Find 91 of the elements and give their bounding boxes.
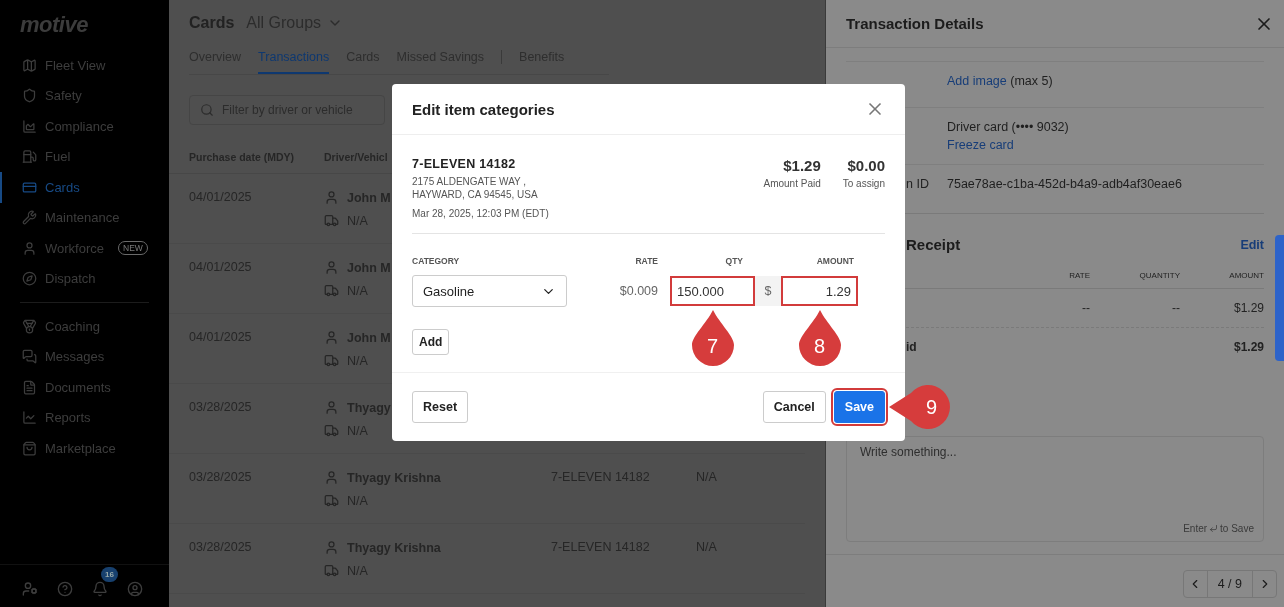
- nav-item[interactable]: Compliance: [0, 111, 169, 142]
- help-icon[interactable]: [57, 581, 73, 597]
- drawer-title: Transaction Details: [846, 15, 984, 32]
- amount-cell-text: $1.29: [1232, 301, 1264, 315]
- merchant-name: 7-ELEVEN 14182: [412, 157, 517, 171]
- nav-item[interactable]: Reports: [0, 402, 169, 433]
- amount-value: $1.29: [783, 157, 821, 174]
- rate-value: $0.009: [618, 284, 659, 298]
- amount-field[interactable]: 1.29: [781, 276, 858, 306]
- total-label: id: [906, 340, 917, 354]
- section-title: Receipt: [906, 236, 961, 253]
- merchant-address: 2175 ALDENGATE WAY , HAYWARD, CA 94545, USA: [412, 175, 539, 201]
- image-limit: (max 5): [1010, 74, 1053, 88]
- shield-icon: [22, 88, 37, 104]
- tab[interactable]: Transactions: [258, 50, 330, 74]
- callout-marker: 9: [889, 385, 951, 429]
- callout-marker: 8: [798, 310, 841, 366]
- bag-icon: [22, 440, 37, 456]
- nav-item[interactable]: Fleet View: [0, 50, 169, 81]
- column-header: QUANTITY: [1138, 271, 1180, 280]
- hint-text: to Save: [1220, 523, 1254, 534]
- nav-item[interactable]: Maintenance: [0, 202, 169, 233]
- nav-item[interactable]: Messages: [0, 341, 169, 372]
- rate-cell-text: --: [1081, 301, 1090, 315]
- nav-item[interactable]: Workforce NEW: [0, 233, 169, 264]
- line-chart-icon: [22, 410, 37, 426]
- transaction-id: 75ae78ae-c1ba-452d-b4a9-adb4af30eae6: [947, 177, 1183, 191]
- user-settings-icon[interactable]: [22, 581, 38, 597]
- add-button[interactable]: Add: [412, 329, 450, 355]
- person-icon: [324, 470, 339, 485]
- truck-icon: [324, 353, 339, 368]
- person-icon: [324, 330, 339, 345]
- truck-icon: [324, 563, 339, 578]
- chat-icon: [22, 349, 37, 365]
- nav-item[interactable]: Safety: [0, 80, 169, 111]
- edit-link[interactable]: Edit: [1240, 237, 1264, 252]
- truck-icon: [324, 493, 339, 508]
- hint-text: Enter: [1183, 523, 1208, 534]
- person-icon: [22, 240, 37, 256]
- nav-item[interactable]: Marketplace: [0, 433, 169, 464]
- callout-marker: 7: [691, 310, 734, 366]
- map-icon: [22, 57, 37, 73]
- column-header: AMOUNT: [815, 256, 855, 266]
- nav-item[interactable]: Documents: [0, 372, 169, 403]
- save-button[interactable]: Save: [833, 391, 885, 423]
- transaction-time: Mar 28, 2025, 12:03 PM (EDT): [412, 207, 549, 220]
- column-header: AMOUNT: [1228, 271, 1264, 280]
- nav-item[interactable]: Coaching: [0, 311, 169, 342]
- enter-key-icon: [1209, 524, 1219, 533]
- currency-addon: $: [755, 276, 781, 306]
- document-icon: [22, 379, 37, 395]
- quantity-cell-text: --: [1171, 301, 1180, 315]
- compass-icon: [22, 271, 37, 287]
- column-header: RATE: [634, 256, 659, 266]
- truck-icon: [324, 423, 339, 438]
- page-indicator: 4 / 9: [1206, 571, 1253, 597]
- person-icon: [324, 540, 339, 555]
- freeze-card-link[interactable]: Freeze card: [947, 138, 1264, 152]
- column-header: QTY: [724, 256, 744, 266]
- total-amount: $1.29: [1232, 340, 1264, 354]
- card-info: Driver card (•••• 9032): [947, 120, 1070, 134]
- quantity-field[interactable]: 150.000: [670, 276, 755, 306]
- wrench-icon: [22, 210, 37, 226]
- search-icon: [200, 103, 214, 117]
- bell-icon[interactable]: [92, 581, 108, 597]
- field-label: n ID: [906, 177, 930, 191]
- column-header: RATE: [1068, 271, 1090, 280]
- amount-label: To assign: [842, 178, 885, 189]
- amount-value: $0.00: [847, 157, 885, 174]
- reset-button[interactable]: Reset: [412, 391, 469, 423]
- dialog-title: Edit item categories: [412, 100, 555, 118]
- category-select[interactable]: Gasoline: [412, 275, 567, 307]
- person-icon: [324, 190, 339, 205]
- logo: motive: [19, 12, 89, 39]
- add-image-link[interactable]: Add image: [947, 74, 1007, 88]
- account-icon[interactable]: [127, 581, 143, 597]
- column-header: CATEGORY: [412, 256, 461, 266]
- truck-icon: [324, 213, 339, 228]
- chart-icon: [22, 118, 37, 134]
- medal-icon: [22, 318, 37, 334]
- truck-icon: [324, 283, 339, 298]
- side-tab[interactable]: [1275, 235, 1284, 361]
- amount-label: Amount Paid: [763, 178, 821, 189]
- cancel-button[interactable]: Cancel: [762, 391, 826, 423]
- card-icon: [22, 179, 37, 195]
- person-icon: [324, 400, 339, 415]
- fuel-pump-icon: [22, 149, 37, 165]
- person-icon: [324, 260, 339, 275]
- nav-item[interactable]: Dispatch: [0, 263, 169, 294]
- notification-badge: 16: [101, 567, 118, 582]
- nav-item[interactable]: Fuel: [0, 141, 169, 172]
